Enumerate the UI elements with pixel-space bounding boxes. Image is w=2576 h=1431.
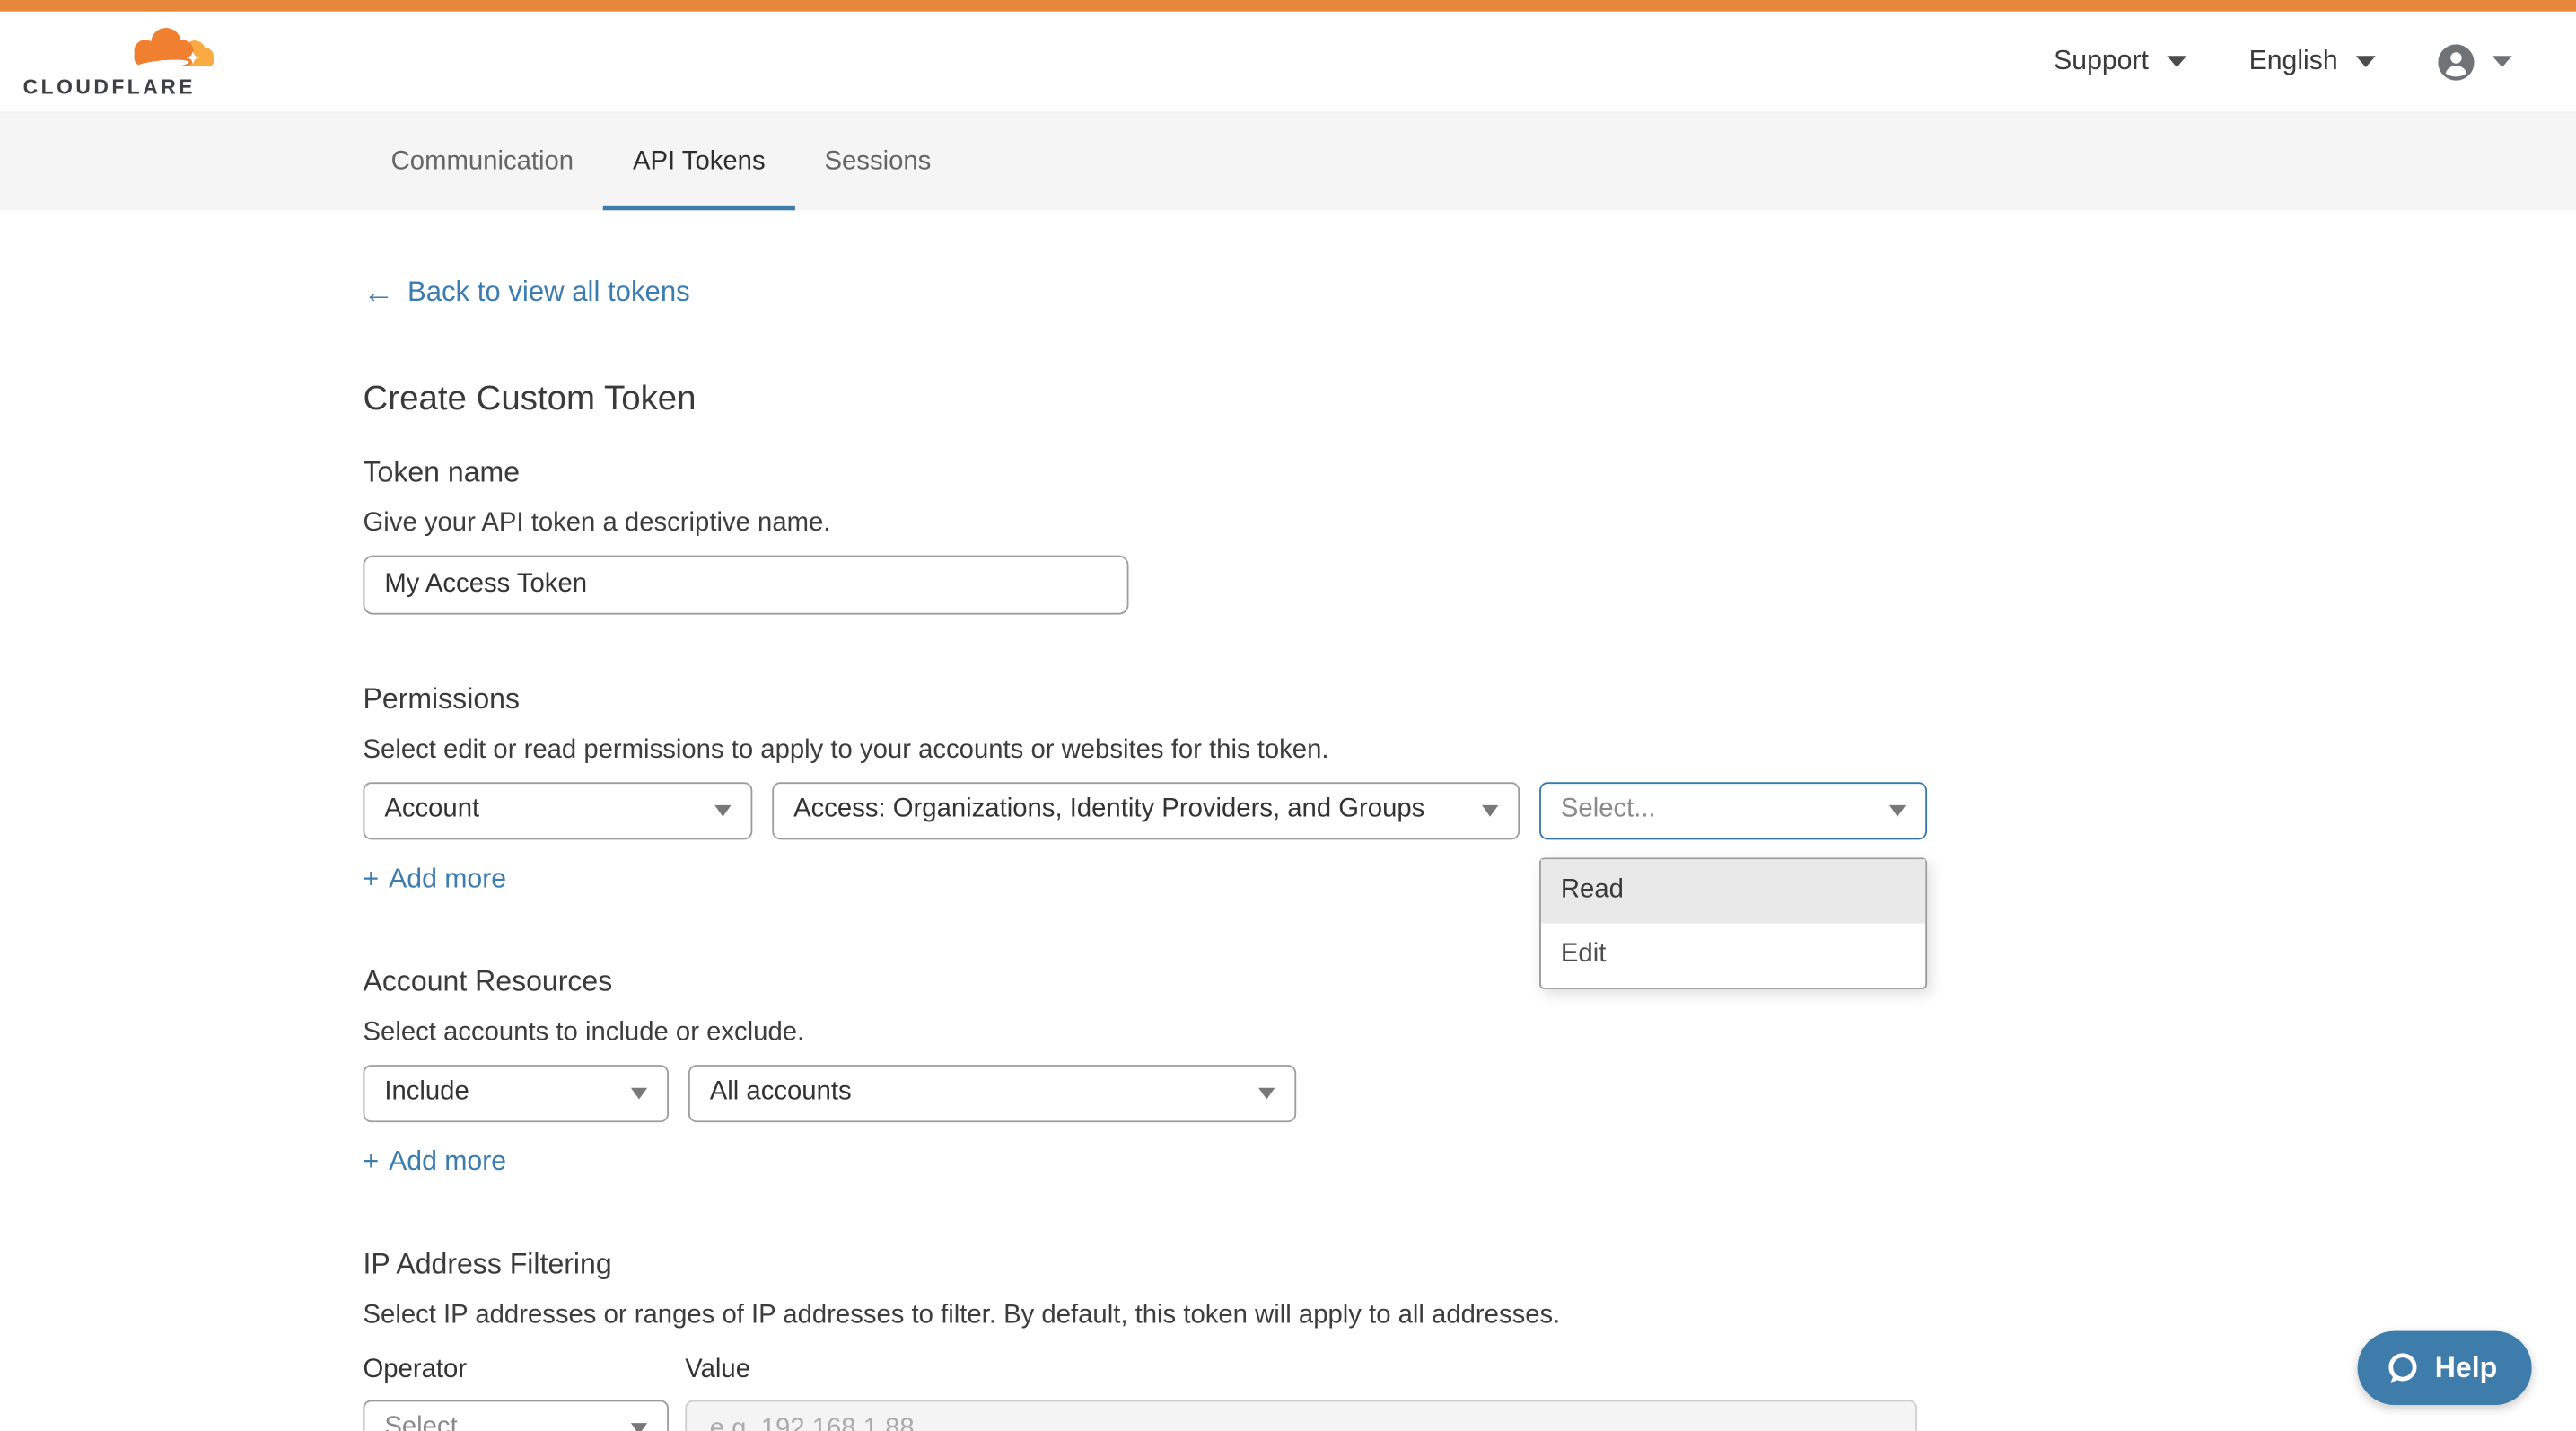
- add-permission-button[interactable]: + Add more: [364, 864, 507, 895]
- arrow-left-icon: ←: [364, 277, 395, 308]
- menu-option-read[interactable]: Read: [1541, 858, 1925, 922]
- chat-bubble-icon: [2384, 1350, 2420, 1386]
- permissions-description: Select edit or read permissions to apply…: [364, 735, 2576, 765]
- permission-level-placeholder: Select...: [1561, 795, 1656, 825]
- tab-sessions[interactable]: Sessions: [795, 113, 961, 210]
- cloudflare-logo[interactable]: CLOUDFLARE: [23, 24, 211, 98]
- operator-label: Operator: [364, 1355, 686, 1384]
- permissions-heading: Permissions: [364, 681, 2576, 716]
- header-actions: Support English: [2054, 44, 2512, 80]
- tab-bar: Communication API Tokens Sessions: [0, 111, 2576, 210]
- permissions-section: Permissions Select edit or read permissi…: [364, 681, 2576, 895]
- chevron-down-icon: [2493, 56, 2512, 67]
- page-title: Create Custom Token: [364, 379, 2576, 418]
- permission-group-dropdown[interactable]: Access: Organizations, Identity Provider…: [772, 781, 1520, 838]
- back-link[interactable]: ← Back to view all tokens: [364, 277, 690, 310]
- resource-mode-value: Include: [384, 1078, 469, 1108]
- add-resource-label: Add more: [389, 1146, 506, 1178]
- account-resources-description: Select accounts to include or exclude.: [364, 1018, 2576, 1048]
- permission-scope-value: Account: [384, 795, 479, 825]
- chevron-down-icon: [1889, 804, 1906, 816]
- main-content: ← Back to view all tokens Create Custom …: [0, 210, 2576, 1431]
- token-name-section: Token name Give your API token a descrip…: [364, 454, 2576, 614]
- page: CLOUDFLARE Support English Communicat: [0, 0, 2576, 1431]
- plus-icon: +: [364, 864, 380, 895]
- back-link-label: Back to view all tokens: [407, 277, 690, 310]
- ip-filtering-heading: IP Address Filtering: [364, 1246, 2576, 1280]
- ip-operator-dropdown[interactable]: Select...: [364, 1400, 669, 1431]
- resource-scope-value: All accounts: [710, 1078, 852, 1108]
- user-menu[interactable]: [2438, 44, 2511, 80]
- chevron-down-icon: [631, 1087, 647, 1099]
- ip-filtering-section: IP Address Filtering Select IP addresses…: [364, 1246, 2576, 1431]
- support-menu[interactable]: Support: [2054, 46, 2186, 77]
- chevron-down-icon: [1258, 1087, 1275, 1099]
- chevron-down-icon: [714, 804, 731, 816]
- language-menu[interactable]: English: [2249, 46, 2376, 77]
- chevron-down-icon: [2167, 56, 2186, 67]
- chevron-down-icon: [631, 1422, 647, 1431]
- tab-api-tokens[interactable]: API Tokens: [603, 113, 794, 210]
- permission-scope-dropdown[interactable]: Account: [364, 781, 753, 838]
- menu-option-edit[interactable]: Edit: [1541, 923, 1925, 987]
- help-button[interactable]: Help: [2358, 1331, 2532, 1405]
- permission-level-dropdown[interactable]: Select...: [1539, 781, 1927, 838]
- chevron-down-icon: [1482, 804, 1498, 816]
- token-name-heading: Token name: [364, 454, 2576, 488]
- ip-filter-row: Select...: [364, 1400, 2576, 1431]
- resource-scope-dropdown[interactable]: All accounts: [688, 1064, 1296, 1121]
- account-resources-row: Include All accounts: [364, 1064, 2576, 1121]
- tab-communication[interactable]: Communication: [362, 113, 603, 210]
- permission-level-menu: Read Edit: [1539, 857, 1927, 988]
- value-label: Value: [685, 1355, 750, 1384]
- ip-filtering-description: Select IP addresses or ranges of IP addr…: [364, 1301, 2576, 1330]
- permissions-row: Account Access: Organizations, Identity …: [364, 781, 2576, 838]
- plus-icon: +: [364, 1146, 380, 1178]
- token-name-description: Give your API token a descriptive name.: [364, 509, 2576, 539]
- permission-group-value: Access: Organizations, Identity Provider…: [793, 795, 1424, 825]
- ip-label-row: Operator Value: [364, 1355, 2576, 1384]
- header: CLOUDFLARE Support English: [0, 12, 2576, 112]
- avatar-icon: [2438, 44, 2474, 80]
- account-resources-section: Account Resources Select accounts to inc…: [364, 964, 2576, 1178]
- brand-top-bar: [0, 0, 2576, 12]
- help-button-label: Help: [2435, 1351, 2497, 1385]
- add-resource-button[interactable]: + Add more: [364, 1146, 507, 1178]
- add-permission-label: Add more: [389, 864, 506, 895]
- permission-level-wrap: Select... Read Edit: [1539, 781, 1927, 838]
- logo-wordmark: CLOUDFLARE: [23, 75, 211, 99]
- support-label: Support: [2054, 46, 2149, 77]
- ip-value-input[interactable]: [685, 1400, 1917, 1431]
- account-resources-heading: Account Resources: [364, 964, 2576, 998]
- resource-mode-dropdown[interactable]: Include: [364, 1064, 669, 1121]
- token-name-input[interactable]: [364, 555, 1129, 614]
- language-label: English: [2249, 46, 2338, 77]
- chevron-down-icon: [2356, 56, 2376, 67]
- cloudflare-cloud-icon: [120, 24, 215, 72]
- ip-operator-placeholder: Select...: [384, 1413, 479, 1431]
